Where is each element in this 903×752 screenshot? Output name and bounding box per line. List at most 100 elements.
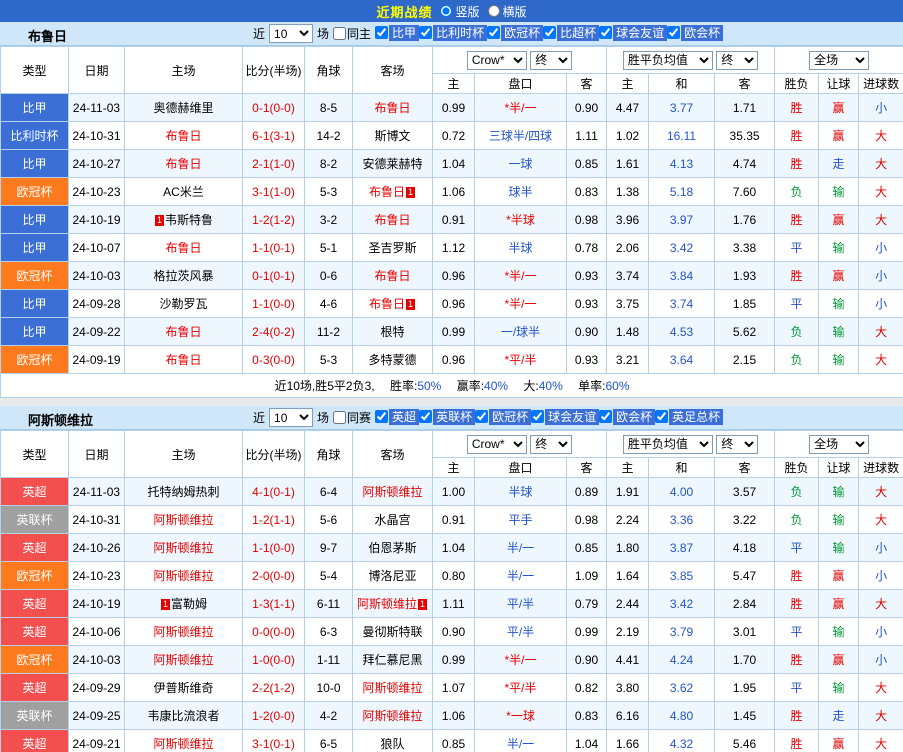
team-name[interactable]: 水晶宫 xyxy=(374,513,410,527)
home-team[interactable]: 布鲁日 xyxy=(124,345,243,374)
away-team[interactable]: 圣吉罗斯 xyxy=(352,233,433,262)
team-name[interactable]: 阿斯顿维拉 xyxy=(362,709,422,723)
team-name[interactable]: 阿斯顿维拉 xyxy=(153,569,213,583)
competition-filter[interactable]: 比超杯 xyxy=(543,24,600,41)
away-team[interactable]: 布鲁日 xyxy=(352,205,433,234)
final-odds-select-2[interactable]: 终 xyxy=(716,50,759,70)
home-team[interactable]: 1 韦斯特鲁 xyxy=(124,205,243,234)
competition-filter[interactable]: 比利时杯 xyxy=(419,24,488,41)
team-name[interactable]: 多特蒙德 xyxy=(368,353,416,367)
team-name[interactable]: 布鲁日 xyxy=(165,325,201,339)
team-name[interactable]: 安德莱赫特 xyxy=(362,157,422,171)
home-team[interactable]: 阿斯顿维拉 xyxy=(124,561,243,590)
same-competition-filter[interactable]: 同赛 xyxy=(333,409,371,426)
competition-filter[interactable]: 球会友谊 xyxy=(599,24,668,41)
home-team[interactable]: 布鲁日 xyxy=(124,121,243,150)
away-team[interactable]: 多特蒙德 xyxy=(352,345,433,374)
team-name[interactable]: 沙勒罗瓦 xyxy=(159,297,207,311)
competition-checkbox[interactable] xyxy=(655,410,669,424)
competition-filter[interactable]: 欧会杯 xyxy=(599,408,656,425)
layout-landscape-option[interactable]: 横版 xyxy=(487,3,527,20)
competition-filter[interactable]: 英联杯 xyxy=(419,408,476,425)
team-name[interactable]: 阿斯顿维拉 xyxy=(153,513,213,527)
away-team[interactable]: 布鲁日 xyxy=(352,261,433,290)
competition-checkbox[interactable] xyxy=(667,26,681,40)
team-name[interactable]: 韦康比流浪者 xyxy=(147,709,219,723)
away-team[interactable]: 布鲁日 1 xyxy=(352,177,433,206)
portrait-radio[interactable] xyxy=(440,5,453,17)
away-team[interactable]: 安德莱赫特 xyxy=(352,149,433,178)
team-name[interactable]: 拜仁慕尼黑 xyxy=(362,653,422,667)
team-name[interactable]: 布鲁日 xyxy=(374,213,410,227)
competition-filter[interactable]: 球会友谊 xyxy=(531,408,600,425)
home-team[interactable]: 阿斯顿维拉 xyxy=(124,533,243,562)
team-name[interactable]: 阿斯顿维拉 xyxy=(357,597,417,611)
team-name[interactable]: 伊普斯维奇 xyxy=(153,681,213,695)
home-team[interactable]: 阿斯顿维拉 xyxy=(124,729,243,752)
team-name[interactable]: 阿斯顿维拉 xyxy=(153,541,213,555)
team-name[interactable]: 阿斯顿维拉 xyxy=(153,737,213,751)
away-team[interactable]: 拜仁慕尼黑 xyxy=(352,645,433,674)
team-name[interactable]: 格拉茨风暴 xyxy=(153,269,213,283)
team-name[interactable]: 伯恩茅斯 xyxy=(368,541,416,555)
competition-checkbox[interactable] xyxy=(599,26,613,40)
team-name[interactable]: 奥德赫维里 xyxy=(153,101,213,115)
away-team[interactable]: 狼队 xyxy=(352,729,433,752)
team-name[interactable]: 富勒姆 xyxy=(171,597,207,611)
away-team[interactable]: 布鲁日 xyxy=(352,93,433,122)
competition-filter[interactable]: 英足总杯 xyxy=(655,408,724,425)
home-team[interactable]: 托特纳姆热刺 xyxy=(124,477,243,506)
match-scope-select[interactable]: 全场 xyxy=(809,50,870,70)
same-competition-checkbox[interactable] xyxy=(333,411,347,424)
final-odds-select[interactable]: 终 xyxy=(530,50,573,70)
bookmaker-select[interactable]: Crow* xyxy=(466,434,527,454)
team-name[interactable]: 布鲁日 xyxy=(374,269,410,283)
away-team[interactable]: 阿斯顿维拉 1 xyxy=(352,589,433,618)
team-name[interactable]: 曼彻斯特联 xyxy=(362,625,422,639)
team-name[interactable]: 托特纳姆热刺 xyxy=(147,485,219,499)
competition-checkbox[interactable] xyxy=(375,410,389,424)
home-team[interactable]: 阿斯顿维拉 xyxy=(124,617,243,646)
home-team[interactable]: 阿斯顿维拉 xyxy=(124,505,243,534)
competition-checkbox[interactable] xyxy=(419,26,433,40)
team-name[interactable]: 布鲁日 xyxy=(374,101,410,115)
home-team[interactable]: 沙勒罗瓦 xyxy=(124,289,243,318)
away-team[interactable]: 阿斯顿维拉 xyxy=(352,477,433,506)
competition-checkbox[interactable] xyxy=(419,410,433,424)
away-team[interactable]: 阿斯顿维拉 xyxy=(352,701,433,730)
team-name[interactable]: 狼队 xyxy=(380,737,404,751)
away-team[interactable]: 布鲁日 1 xyxy=(352,289,433,318)
competition-checkbox[interactable] xyxy=(375,26,389,40)
away-team[interactable]: 水晶宫 xyxy=(352,505,433,534)
bookmaker-select[interactable]: Crow* xyxy=(466,50,527,70)
away-team[interactable]: 伯恩茅斯 xyxy=(352,533,433,562)
home-team[interactable]: 伊普斯维奇 xyxy=(124,673,243,702)
competition-filter[interactable]: 英超 xyxy=(375,408,420,425)
home-team[interactable]: 1 富勒姆 xyxy=(124,589,243,618)
team-name[interactable]: 博洛尼亚 xyxy=(368,569,416,583)
competition-checkbox[interactable] xyxy=(531,410,545,424)
competition-checkbox[interactable] xyxy=(475,410,489,424)
away-team[interactable]: 斯博文 xyxy=(352,121,433,150)
competition-checkbox[interactable] xyxy=(543,26,557,40)
team-name[interactable]: 阿斯顿维拉 xyxy=(153,625,213,639)
team-name[interactable]: 阿斯顿维拉 xyxy=(362,681,422,695)
team-name[interactable]: AC米兰 xyxy=(163,185,204,199)
competition-checkbox[interactable] xyxy=(599,410,613,424)
team-name[interactable]: 布鲁日 xyxy=(165,241,201,255)
away-team[interactable]: 博洛尼亚 xyxy=(352,561,433,590)
team-name[interactable]: 根特 xyxy=(380,325,404,339)
team-name[interactable]: 阿斯顿维拉 xyxy=(362,485,422,499)
team-name[interactable]: 阿斯顿维拉 xyxy=(153,653,213,667)
team-name[interactable]: 布鲁日 xyxy=(165,157,201,171)
competition-filter[interactable]: 欧冠杯 xyxy=(475,408,532,425)
final-odds-select[interactable]: 终 xyxy=(530,434,573,454)
competition-filter[interactable]: 欧会杯 xyxy=(667,24,724,41)
same-venue-filter[interactable]: 同主 xyxy=(333,25,371,42)
competition-filter[interactable]: 比甲 xyxy=(375,24,420,41)
home-team[interactable]: 阿斯顿维拉 xyxy=(124,645,243,674)
competition-checkbox[interactable] xyxy=(487,26,501,40)
team-name[interactable]: 布鲁日 xyxy=(165,129,201,143)
home-team[interactable]: AC米兰 xyxy=(124,177,243,206)
same-venue-checkbox[interactable] xyxy=(333,27,347,40)
